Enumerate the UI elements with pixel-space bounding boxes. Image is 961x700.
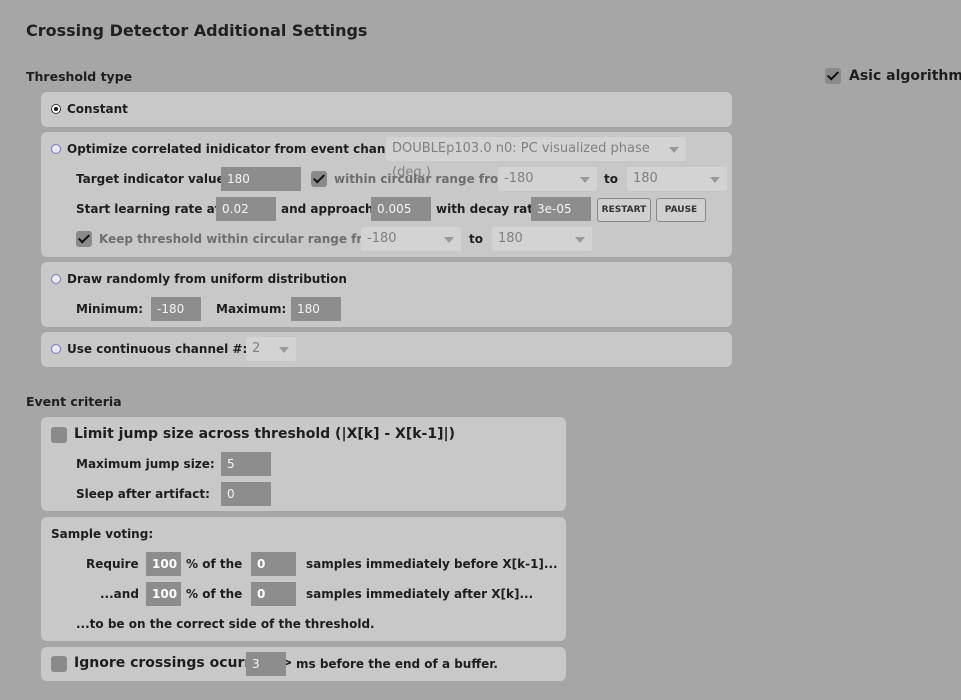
target-indicator-input[interactable]: 180 (221, 167, 301, 191)
sleep-after-artifact-input[interactable]: 0 (221, 482, 271, 506)
limit-jump-checkbox[interactable] (51, 427, 67, 443)
random-label: Draw randomly from uniform distribution (67, 272, 347, 286)
random-radio[interactable] (51, 274, 61, 284)
require-label: Require (86, 557, 139, 571)
pause-button[interactable]: PAUSE (656, 198, 706, 222)
and-label: ...and (100, 587, 139, 601)
chevron-down-icon (444, 237, 454, 243)
maximum-label: Maximum: (216, 302, 287, 316)
ignore-suffix-label: ms before the end of a buffer. (296, 657, 498, 671)
keep-threshold-label: Keep threshold within circular range fro… (99, 232, 384, 246)
minimum-input[interactable]: -180 (151, 297, 201, 321)
and-percent-input[interactable]: 100 (146, 582, 181, 606)
keep-from-value: -180 (367, 231, 397, 246)
constant-label: Constant (67, 102, 128, 116)
threshold-type-heading: Threshold type (26, 69, 133, 84)
keep-from-select[interactable]: -180 (361, 227, 461, 251)
continuous-channel-value: 2 (252, 341, 261, 356)
event-criteria-heading: Event criteria (26, 394, 122, 409)
maximum-input[interactable]: 180 (291, 297, 341, 321)
continuous-radio[interactable] (51, 344, 61, 354)
approach-label: and approach (281, 202, 374, 216)
circular-to-value: 180 (633, 171, 658, 186)
event-channel-select[interactable]: DOUBLEp103.0 n0: PC visualized phase (de… (386, 137, 686, 180)
constant-panel: Constant (41, 92, 732, 127)
circular-from-select[interactable]: -180 (498, 167, 597, 191)
keep-to-label: to (469, 232, 483, 246)
require-percent-input[interactable]: 100 (146, 552, 181, 576)
page-title: Crossing Detector Additional Settings (26, 21, 368, 40)
target-indicator-label: Target indicator value: (76, 172, 230, 186)
sample-voting-heading: Sample voting: (51, 527, 154, 541)
restart-button[interactable]: RESTART (597, 198, 651, 222)
optimize-radio[interactable] (51, 144, 61, 154)
after-samples-input[interactable]: 0 (251, 582, 296, 606)
asic-algorithm-checkbox[interactable] (825, 68, 841, 84)
chevron-down-icon (279, 347, 289, 353)
chevron-down-icon (669, 147, 679, 153)
keep-to-value: 180 (498, 231, 523, 246)
constant-radio[interactable] (51, 104, 61, 114)
sleep-after-artifact-label: Sleep after artifact: (76, 487, 210, 501)
keep-to-select[interactable]: 180 (492, 227, 592, 251)
voting-panel: Sample voting: Require 100 % of the 0 sa… (41, 517, 566, 641)
continuous-label: Use continuous channel #: (67, 342, 248, 356)
before-samples-input[interactable]: 0 (251, 552, 296, 576)
keep-threshold-checkbox[interactable] (76, 231, 92, 247)
circular-from-value: -180 (504, 171, 534, 186)
chevron-down-icon (710, 177, 720, 183)
circular-to-select[interactable]: 180 (627, 167, 727, 191)
circular-range-checkbox[interactable] (311, 171, 327, 187)
circular-to-label: to (604, 172, 618, 186)
ignore-ms-input[interactable]: 3 (246, 652, 286, 676)
after-samples-label: samples immediately after X[k]... (306, 587, 534, 601)
limit-jump-label: Limit jump size across threshold (|X[k] … (74, 426, 455, 442)
learning-rate-input[interactable]: 0.02 (216, 197, 276, 221)
max-jump-input[interactable]: 5 (221, 452, 271, 476)
optimize-panel: Optimize correlated inidicator from even… (41, 132, 732, 257)
continuous-panel: Use continuous channel #: 2 (41, 332, 732, 367)
continuous-channel-select[interactable]: 2 (246, 337, 296, 361)
percent-of-label-2: % of the (186, 587, 243, 601)
before-samples-label: samples immediately before X[k-1]... (306, 557, 558, 571)
chevron-down-icon (575, 237, 585, 243)
ignore-panel: Ignore crossings ocurring > 3 ms before … (41, 647, 566, 681)
ignore-crossings-checkbox[interactable] (51, 656, 67, 672)
percent-of-label: % of the (186, 557, 243, 571)
decay-rate-input[interactable]: 3e-05 (531, 197, 591, 221)
learning-rate-label: Start learning rate at (76, 202, 221, 216)
approach-input[interactable]: 0.005 (371, 197, 431, 221)
correct-side-label: ...to be on the correct side of the thre… (76, 617, 375, 631)
jump-panel: Limit jump size across threshold (|X[k] … (41, 417, 566, 511)
asic-algorithm-label: Asic algorithm (849, 68, 961, 84)
decay-rate-label: with decay rate (436, 202, 542, 216)
max-jump-label: Maximum jump size: (76, 457, 215, 471)
random-panel: Draw randomly from uniform distribution … (41, 262, 732, 327)
chevron-down-icon (580, 177, 590, 183)
minimum-label: Minimum: (76, 302, 144, 316)
optimize-label: Optimize correlated inidicator from even… (67, 142, 412, 156)
circular-range-label: within circular range from (334, 172, 511, 186)
